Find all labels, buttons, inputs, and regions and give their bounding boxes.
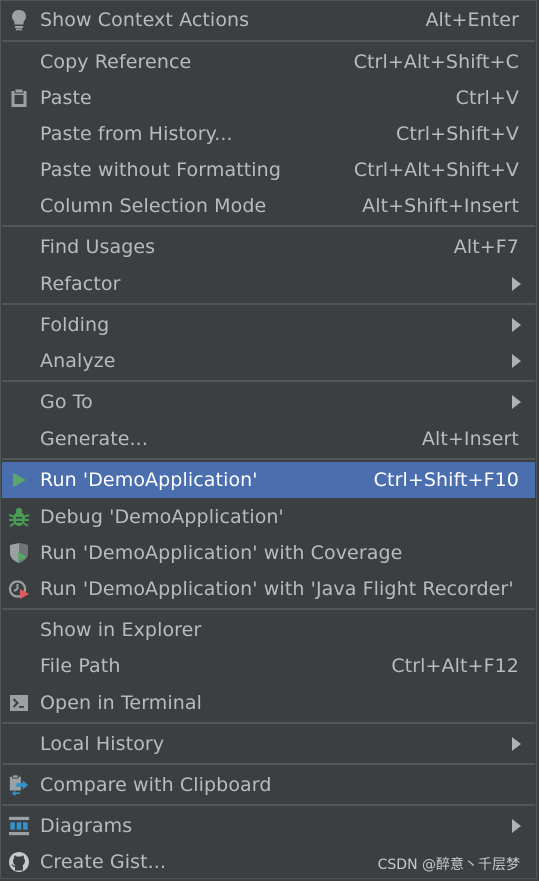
menu-item-label: Create Gist... (40, 851, 167, 873)
menu-item-label: Refactor (40, 273, 121, 295)
menu-item-shortcut: Ctrl+V (455, 87, 519, 109)
menu-item-debug-demo[interactable]: Debug 'DemoApplication' (2, 499, 535, 535)
submenu-arrow-icon (512, 318, 521, 332)
menu-separator (2, 722, 535, 724)
submenu-arrow-icon (512, 819, 521, 833)
menu-item-label: Column Selection Mode (40, 195, 267, 217)
clipboard-icon (8, 87, 30, 109)
menu-item-label: Paste without Formatting (40, 159, 281, 181)
menu-separator (2, 804, 535, 806)
menu-item-run-coverage[interactable]: Run 'DemoApplication' with Coverage (2, 535, 535, 571)
menu-item-open-in-terminal[interactable]: Open in Terminal (2, 685, 535, 721)
github-icon (8, 851, 30, 873)
menu-item-paste-without-formatting[interactable]: Paste without Formatting Ctrl+Alt+Shift+… (2, 152, 535, 188)
lightbulb-icon (8, 9, 30, 31)
menu-item-find-usages[interactable]: Find Usages Alt+F7 (2, 229, 535, 265)
menu-item-shortcut: Ctrl+Alt+Shift+V (353, 159, 519, 181)
menu-item-label: Show Context Actions (40, 9, 250, 31)
menu-separator (2, 608, 535, 610)
menu-item-folding[interactable]: Folding (2, 307, 535, 343)
menu-item-run-jfr[interactable]: Run 'DemoApplication' with 'Java Flight … (2, 571, 535, 607)
submenu-arrow-icon (512, 737, 521, 751)
menu-item-generate[interactable]: Generate... Alt+Insert (2, 421, 535, 457)
menu-item-label: Find Usages (40, 236, 156, 258)
menu-item-label: Run 'DemoApplication' (40, 469, 258, 491)
watermark: CSDN @醉意丶千层梦 (377, 857, 520, 873)
menu-separator (2, 380, 535, 382)
menu-item-paste-from-history[interactable]: Paste from History... Ctrl+Shift+V (2, 116, 535, 152)
menu-item-file-path[interactable]: File Path Ctrl+Alt+F12 (2, 648, 535, 684)
menu-item-label: Folding (40, 314, 110, 336)
menu-item-shortcut: Ctrl+Alt+Shift+C (353, 51, 519, 73)
terminal-icon (8, 692, 30, 714)
menu-item-shortcut: Alt+Shift+Insert (362, 195, 519, 217)
menu-item-label: Show in Explorer (40, 619, 202, 641)
menu-item-refactor[interactable]: Refactor (2, 266, 535, 302)
menu-item-label: Compare with Clipboard (40, 774, 272, 796)
menu-item-label: Local History (40, 733, 165, 755)
menu-item-label: Open in Terminal (40, 692, 203, 714)
menu-separator (2, 40, 535, 42)
menu-item-copy-reference[interactable]: Copy Reference Ctrl+Alt+Shift+C (2, 44, 535, 80)
menu-item-column-selection-mode[interactable]: Column Selection Mode Alt+Shift+Insert (2, 188, 535, 224)
menu-item-diagrams[interactable]: Diagrams (2, 808, 535, 844)
menu-item-analyze[interactable]: Analyze (2, 343, 535, 379)
menu-item-shortcut: Alt+Insert (421, 428, 519, 450)
menu-item-run-demo[interactable]: Run 'DemoApplication' Ctrl+Shift+F10 (2, 462, 535, 498)
run-icon (8, 469, 30, 491)
diagram-icon (8, 815, 30, 837)
menu-item-label: Debug 'DemoApplication' (40, 506, 284, 528)
menu-item-go-to[interactable]: Go To (2, 384, 535, 420)
menu-item-label: Paste from History... (40, 123, 233, 145)
profiler-icon (8, 578, 30, 600)
menu-item-shortcut: Alt+F7 (453, 236, 519, 258)
menu-item-label: Generate... (40, 428, 148, 450)
menu-separator (2, 303, 535, 305)
menu-item-show-context-actions[interactable]: Show Context Actions Alt+Enter (2, 2, 535, 38)
submenu-arrow-icon (512, 395, 521, 409)
submenu-arrow-icon (512, 277, 521, 291)
menu-item-label: Paste (40, 87, 92, 109)
menu-separator (2, 225, 535, 227)
menu-item-label: Go To (40, 391, 93, 413)
menu-item-local-history[interactable]: Local History (2, 726, 535, 762)
menu-item-shortcut: Ctrl+Shift+V (395, 123, 519, 145)
menu-item-compare-with-clipboard[interactable]: Compare with Clipboard (2, 767, 535, 803)
compare-icon (8, 774, 30, 796)
menu-separator (2, 458, 535, 460)
menu-item-show-in-explorer[interactable]: Show in Explorer (2, 612, 535, 648)
menu-item-label: Diagrams (40, 815, 133, 837)
coverage-icon (8, 542, 30, 564)
menu-item-shortcut: Ctrl+Shift+F10 (373, 469, 519, 491)
menu-item-shortcut: Ctrl+Alt+F12 (391, 655, 519, 677)
bug-icon (8, 506, 30, 528)
submenu-arrow-icon (512, 354, 521, 368)
menu-item-label: Copy Reference (40, 51, 192, 73)
menu-item-label: Run 'DemoApplication' with 'Java Flight … (40, 578, 514, 600)
menu-item-label: File Path (40, 655, 121, 677)
menu-item-label: Analyze (40, 350, 116, 372)
menu-item-label: Run 'DemoApplication' with Coverage (40, 542, 403, 564)
context-menu: Show Context Actions Alt+Enter Copy Refe… (0, 0, 537, 879)
menu-item-shortcut: Alt+Enter (425, 9, 519, 31)
menu-separator (2, 763, 535, 765)
menu-item-paste[interactable]: Paste Ctrl+V (2, 80, 535, 116)
